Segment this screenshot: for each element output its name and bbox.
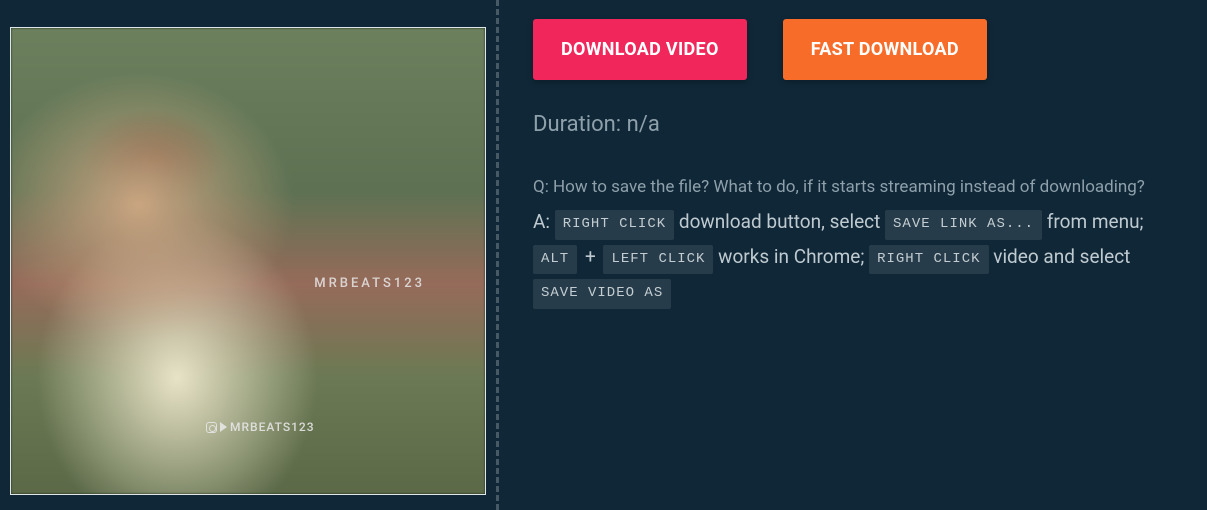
watermark-bottom: MRBEATS123 [206,420,315,434]
watermark-bottom-text: MRBEATS123 [230,420,315,434]
faq-text-2: from menu; [1047,210,1144,233]
kbd-plus: + [585,245,596,268]
kbd-alt: ALT [533,245,577,275]
download-video-button[interactable]: DOWNLOAD VIDEO [533,19,747,80]
faq-question: Q: How to save the file? What to do, if … [533,177,1187,197]
kbd-save-video-as: SAVE VIDEO AS [533,279,671,309]
video-thumbnail[interactable]: MRBEATS123 MRBEATS123 [10,27,486,495]
fast-download-button[interactable]: FAST DOWNLOAD [783,19,987,80]
faq-answer-prefix: A: [533,210,550,233]
kbd-right-click: RIGHT CLICK [555,210,674,240]
watermark-top: MRBEATS123 [314,276,425,291]
kbd-save-link-as: SAVE LINK AS... [885,210,1042,240]
faq-text-1: download button, select [679,210,885,233]
faq-text-3: works in Chrome; [718,245,869,268]
instagram-icon [206,422,217,433]
kbd-left-click: LEFT CLICK [603,245,713,275]
faq-answer: A: RIGHT CLICK download button, select S… [533,205,1187,309]
duration-label: Duration: n/a [533,112,1187,137]
kbd-right-click-2: RIGHT CLICK [869,245,988,275]
play-icon [220,422,227,432]
faq-text-4: video and select [993,245,1130,268]
action-buttons: DOWNLOAD VIDEO FAST DOWNLOAD [533,19,1187,80]
